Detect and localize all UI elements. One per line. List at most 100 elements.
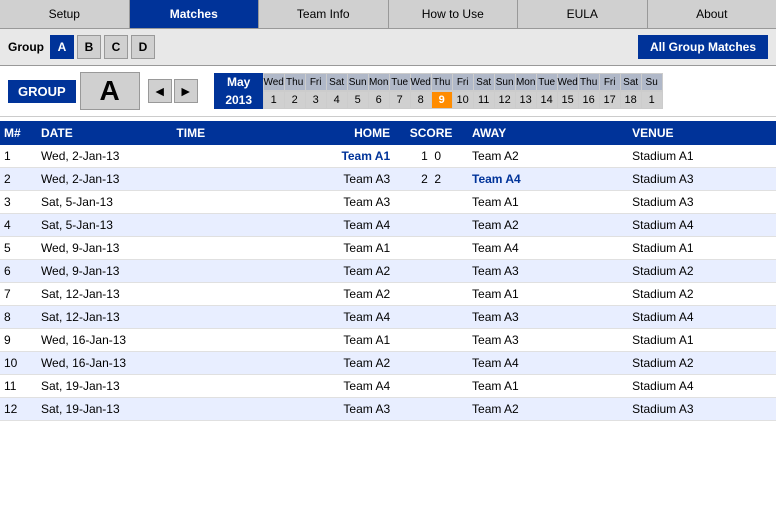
- table-header: M# DATE TIME HOME SCORE AWAY VENUE: [0, 121, 776, 145]
- group-tab-b[interactable]: B: [77, 35, 101, 59]
- calendar-day-name: Sun: [494, 73, 516, 91]
- calendar-day-number[interactable]: 3: [305, 91, 327, 109]
- nav-matches[interactable]: Matches: [130, 0, 260, 28]
- calendar-day-number[interactable]: 9: [431, 91, 453, 109]
- cell-home: Team A1: [234, 145, 394, 168]
- col-date: DATE: [37, 121, 172, 145]
- year-label: 2013: [214, 91, 264, 109]
- calendar-day-name: Tue: [536, 73, 558, 91]
- calendar-day-name: Wed: [410, 73, 432, 91]
- cell-date: Sat, 5-Jan-13: [37, 214, 172, 237]
- calendar-day-name: Thu: [284, 73, 306, 91]
- cell-venue: Stadium A3: [628, 168, 776, 191]
- calendar-day-number[interactable]: 8: [410, 91, 432, 109]
- calendar-day-number[interactable]: 5: [347, 91, 369, 109]
- table-row: 3 Sat, 5-Jan-13 Team A3 Team A1 Stadium …: [0, 191, 776, 214]
- calendar-day-number[interactable]: 12: [494, 91, 516, 109]
- calendar-day-number[interactable]: 10: [452, 91, 474, 109]
- cell-time: [172, 214, 234, 237]
- cell-date: Sat, 19-Jan-13: [37, 375, 172, 398]
- calendar-day-number[interactable]: 6: [368, 91, 390, 109]
- cell-home: Team A2: [234, 352, 394, 375]
- cell-date: Sat, 19-Jan-13: [37, 398, 172, 421]
- cell-time: [172, 260, 234, 283]
- table-row: 8 Sat, 12-Jan-13 Team A4 Team A3 Stadium…: [0, 306, 776, 329]
- cell-away: Team A4: [468, 168, 628, 191]
- cell-date: Wed, 16-Jan-13: [37, 329, 172, 352]
- cell-venue: Stadium A1: [628, 237, 776, 260]
- calendar-day-number[interactable]: 17: [599, 91, 621, 109]
- nav-about[interactable]: About: [648, 0, 776, 28]
- cell-score: [394, 191, 468, 214]
- calendar-day-name: Thu: [431, 73, 453, 91]
- group-prev-arrow[interactable]: ◄: [148, 79, 172, 103]
- cell-venue: Stadium A4: [628, 306, 776, 329]
- cell-score: 2 2: [394, 168, 468, 191]
- cell-m: 7: [0, 283, 37, 306]
- table-row: 9 Wed, 16-Jan-13 Team A1 Team A3 Stadium…: [0, 329, 776, 352]
- cell-m: 1: [0, 145, 37, 168]
- calendar-day-number[interactable]: 2: [284, 91, 306, 109]
- cell-date: Sat, 12-Jan-13: [37, 283, 172, 306]
- cell-venue: Stadium A2: [628, 352, 776, 375]
- table-row: 7 Sat, 12-Jan-13 Team A2 Team A1 Stadium…: [0, 283, 776, 306]
- top-nav: Setup Matches Team Info How to Use EULA …: [0, 0, 776, 29]
- calendar-day-number[interactable]: 16: [578, 91, 600, 109]
- cell-time: [172, 352, 234, 375]
- group-tab-d[interactable]: D: [131, 35, 155, 59]
- calendar-day-name: Fri: [452, 73, 474, 91]
- all-group-matches-button[interactable]: All Group Matches: [638, 35, 768, 59]
- cell-m: 12: [0, 398, 37, 421]
- calendar-day-number[interactable]: 4: [326, 91, 348, 109]
- cell-score: [394, 260, 468, 283]
- cell-date: Wed, 9-Jan-13: [37, 260, 172, 283]
- group-current-letter: A: [80, 72, 140, 110]
- cell-score: [394, 306, 468, 329]
- table-row: 6 Wed, 9-Jan-13 Team A2 Team A3 Stadium …: [0, 260, 776, 283]
- matches-tbody: 1 Wed, 2-Jan-13 Team A1 1 0 Team A2 Stad…: [0, 145, 776, 421]
- calendar-day-number[interactable]: 1: [641, 91, 663, 109]
- calendar-day-number[interactable]: 7: [389, 91, 411, 109]
- calendar-numbers-row: 2013 1234567891011121314151617181: [214, 91, 663, 109]
- calendar-day-number[interactable]: 1: [263, 91, 285, 109]
- table-row: 10 Wed, 16-Jan-13 Team A2 Team A4 Stadiu…: [0, 352, 776, 375]
- calendar-day-number[interactable]: 18: [620, 91, 642, 109]
- month-label: May: [214, 73, 264, 91]
- cell-home: Team A3: [234, 168, 394, 191]
- nav-how-to-use[interactable]: How to Use: [389, 0, 519, 28]
- group-tab-c[interactable]: C: [104, 35, 128, 59]
- nav-team-info[interactable]: Team Info: [259, 0, 389, 28]
- group-label: Group: [8, 40, 44, 54]
- cell-home: Team A3: [234, 398, 394, 421]
- nav-setup[interactable]: Setup: [0, 0, 130, 28]
- cell-venue: Stadium A3: [628, 398, 776, 421]
- calendar-day-number[interactable]: 11: [473, 91, 495, 109]
- cell-time: [172, 145, 234, 168]
- calendar-day-number[interactable]: 15: [557, 91, 579, 109]
- cell-away: Team A3: [468, 306, 628, 329]
- group-tab-a[interactable]: A: [50, 35, 74, 59]
- cell-m: 8: [0, 306, 37, 329]
- group-next-arrow[interactable]: ►: [174, 79, 198, 103]
- calendar-day-name: Su: [641, 73, 663, 91]
- cell-score: 1 0: [394, 145, 468, 168]
- col-venue: VENUE: [628, 121, 776, 145]
- calendar-day-name: Tue: [389, 73, 411, 91]
- calendar: May WedThuFriSatSunMonTueWedThuFriSatSun…: [214, 73, 663, 109]
- calendar-day-name: Mon: [515, 73, 537, 91]
- cell-away: Team A2: [468, 214, 628, 237]
- cell-score: [394, 352, 468, 375]
- cell-score: [394, 283, 468, 306]
- calendar-day-name: Thu: [578, 73, 600, 91]
- group-selector-row: GROUP A ◄ ► May WedThuFriSatSunMonTueWed…: [0, 66, 776, 117]
- calendar-day-number[interactable]: 14: [536, 91, 558, 109]
- cell-date: Wed, 2-Jan-13: [37, 145, 172, 168]
- cell-home: Team A1: [234, 237, 394, 260]
- calendar-day-name: Sun: [347, 73, 369, 91]
- calendar-day-number[interactable]: 13: [515, 91, 537, 109]
- matches-table: M# DATE TIME HOME SCORE AWAY VENUE 1 Wed…: [0, 121, 776, 421]
- nav-eula[interactable]: EULA: [518, 0, 648, 28]
- cell-away: Team A4: [468, 237, 628, 260]
- cell-m: 5: [0, 237, 37, 260]
- cell-m: 10: [0, 352, 37, 375]
